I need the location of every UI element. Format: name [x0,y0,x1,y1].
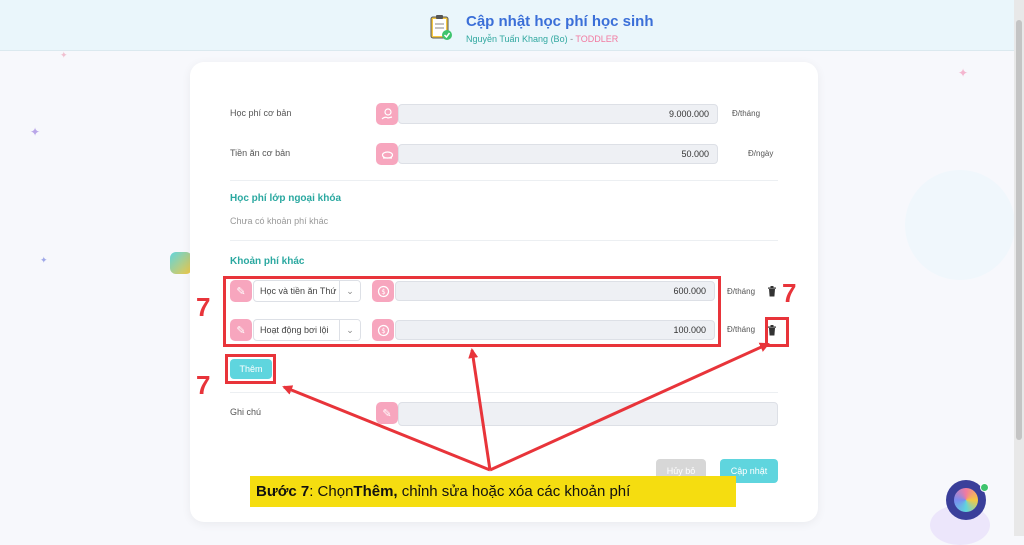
annotation-arrows [282,342,770,472]
caption-step: Bước 7 [256,483,310,500]
online-status-dot [980,483,989,492]
arrow-to-trash [489,342,770,472]
chat-assistant-icon [954,488,978,512]
arrow-to-add [282,385,491,472]
caption-rest: chỉnh sửa hoặc xóa các khoản phí [397,483,631,500]
caption-bold: Thêm, [353,483,398,500]
caption-mid: : Chọn [309,483,354,500]
arrow-to-rows [468,348,492,471]
step-caption: Bước 7: Chọn Thêm, chỉnh sửa hoặc xóa cá… [250,476,736,507]
